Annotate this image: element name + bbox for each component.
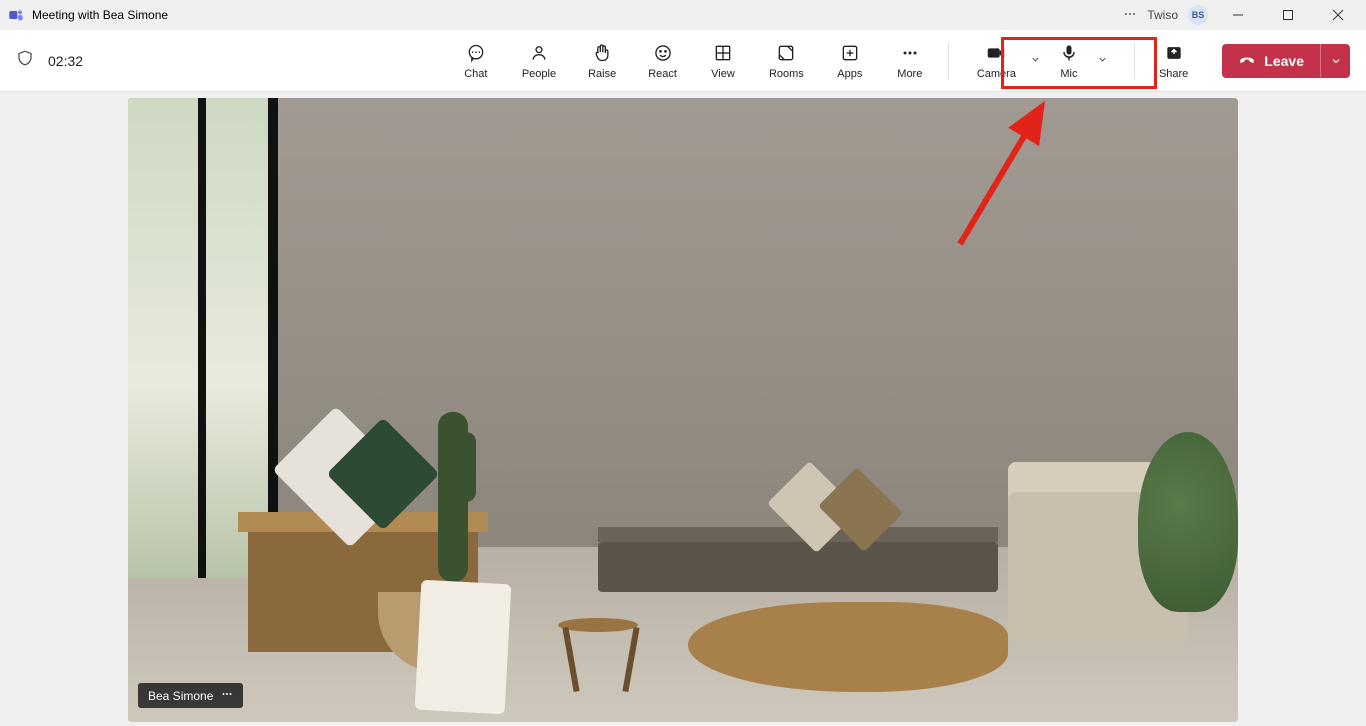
minimize-button[interactable] bbox=[1218, 1, 1258, 29]
people-icon bbox=[529, 42, 549, 64]
participant-name-overlay[interactable]: Bea Simone bbox=[138, 683, 243, 708]
react-icon bbox=[653, 42, 673, 64]
participant-name-label: Bea Simone bbox=[148, 689, 213, 703]
user-avatar[interactable]: BS bbox=[1188, 5, 1208, 25]
mic-icon bbox=[1059, 42, 1079, 64]
meeting-timer: 02:32 bbox=[48, 53, 83, 69]
more-button[interactable]: More bbox=[888, 38, 932, 84]
apps-icon bbox=[840, 42, 860, 64]
hangup-icon bbox=[1238, 50, 1256, 71]
shield-icon[interactable] bbox=[16, 49, 34, 72]
close-window-button[interactable] bbox=[1318, 1, 1358, 29]
meeting-toolbar: 02:32 Chat People Raise React bbox=[0, 30, 1366, 92]
camera-options-chevron[interactable] bbox=[1024, 52, 1047, 70]
leave-options-chevron[interactable] bbox=[1320, 44, 1350, 78]
share-button[interactable]: Share bbox=[1151, 38, 1196, 84]
teams-logo-icon bbox=[8, 7, 24, 23]
camera-button[interactable]: Camera bbox=[969, 38, 1024, 84]
raise-hand-icon bbox=[592, 42, 612, 64]
meeting-title: Meeting with Bea Simone bbox=[32, 8, 168, 22]
camera-icon bbox=[985, 42, 1007, 64]
titlebar-more-icon[interactable] bbox=[1123, 7, 1137, 24]
react-button[interactable]: React bbox=[640, 38, 685, 84]
raise-hand-button[interactable]: Raise bbox=[580, 38, 624, 84]
chat-button[interactable]: Chat bbox=[454, 38, 498, 84]
titlebar: Meeting with Bea Simone Twiso BS bbox=[0, 0, 1366, 30]
video-area: Bea Simone bbox=[0, 92, 1366, 726]
participant-more-icon[interactable] bbox=[221, 688, 233, 703]
more-icon bbox=[900, 42, 920, 64]
user-name-label: Twiso bbox=[1147, 8, 1178, 22]
chat-icon bbox=[466, 42, 486, 64]
apps-button[interactable]: Apps bbox=[828, 38, 872, 84]
leave-button[interactable]: Leave bbox=[1222, 44, 1320, 78]
mic-options-chevron[interactable] bbox=[1091, 52, 1114, 70]
rooms-button[interactable]: Rooms bbox=[761, 38, 812, 84]
participant-video[interactable]: Bea Simone bbox=[128, 98, 1238, 722]
view-button[interactable]: View bbox=[701, 38, 745, 84]
mic-button[interactable]: Mic bbox=[1047, 38, 1091, 84]
view-icon bbox=[713, 42, 733, 64]
maximize-button[interactable] bbox=[1268, 1, 1308, 29]
rooms-icon bbox=[776, 42, 796, 64]
people-button[interactable]: People bbox=[514, 38, 564, 84]
share-icon bbox=[1164, 42, 1184, 64]
